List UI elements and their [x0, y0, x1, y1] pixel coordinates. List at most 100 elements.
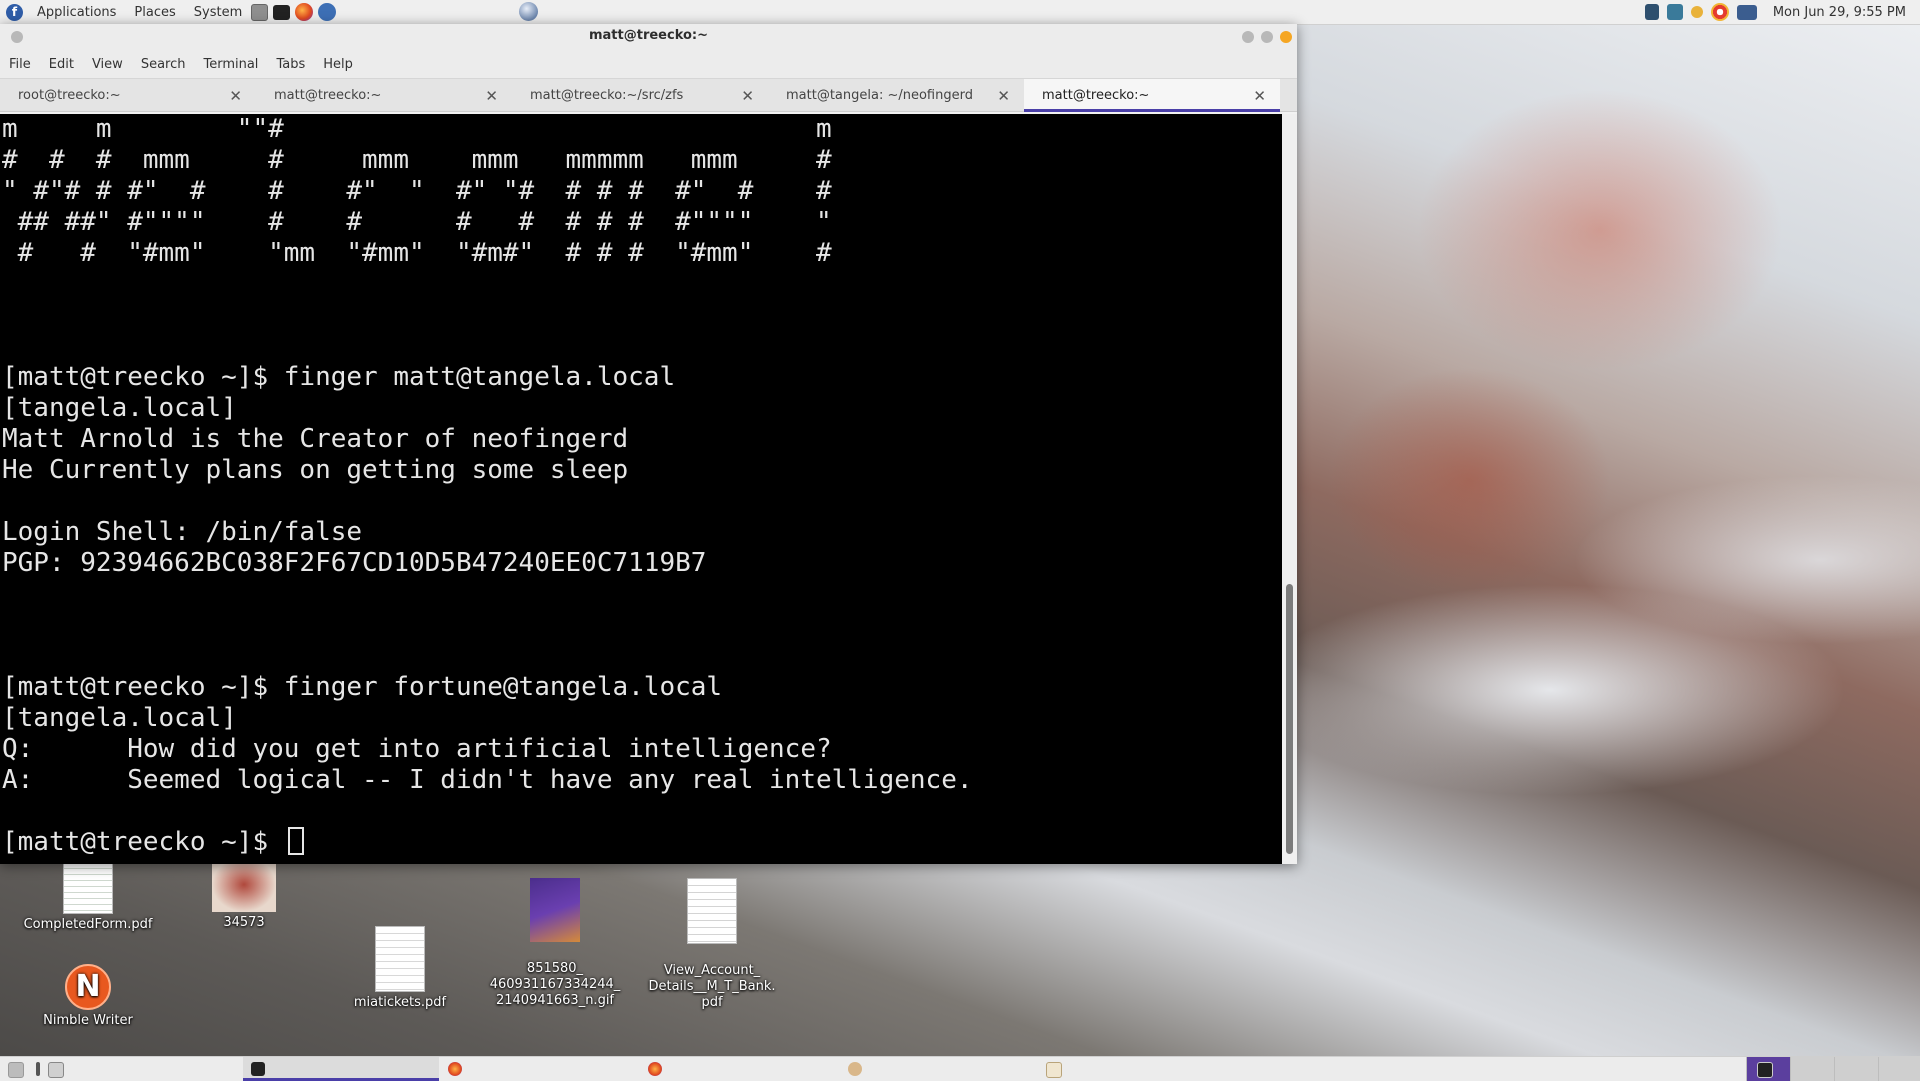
tab-close-icon[interactable]: ✕	[997, 87, 1010, 105]
places-menu[interactable]: Places	[125, 0, 184, 24]
tab-close-icon[interactable]: ✕	[1253, 87, 1266, 105]
menubar: File Edit View Search Terminal Tabs Help	[0, 50, 1297, 78]
file-manager-task-icon	[1046, 1062, 1062, 1078]
workspace-1[interactable]	[1746, 1057, 1791, 1081]
updates-tray-icon[interactable]	[1690, 6, 1703, 18]
terminal-line: m m ""# m	[2, 114, 832, 144]
network-globe-icon[interactable]	[519, 2, 538, 21]
terminal-line: Matt Arnold is the Creator of neofingerd	[2, 424, 629, 454]
menu-search[interactable]: Search	[132, 57, 195, 72]
dragon-image-icon	[212, 862, 276, 912]
window-title: matt@treecko:~	[588, 28, 709, 43]
tab-matt-tangela-neofingerd[interactable]: matt@tangela: ~/neofingerd ✕	[768, 79, 1024, 111]
taskbar-file-manager[interactable]	[1043, 1057, 1239, 1081]
fedora-logo-icon[interactable]: f	[6, 3, 23, 21]
clock[interactable]: Mon Jun 29, 9:55 PM	[1765, 5, 1920, 20]
desktop-icon-gif[interactable]: 851580_ 460931167334244_ 2140941663_n.gi…	[480, 862, 630, 1009]
tab-close-icon[interactable]: ✕	[741, 87, 754, 105]
terminal-line: [matt@treecko ~]$ finger matt@tangela.lo…	[2, 362, 676, 392]
menu-help[interactable]: Help	[314, 57, 362, 72]
pdf-thumbnail-icon	[375, 926, 425, 992]
desktop-icon-label: View_Account_ Details__M_T_Bank. pdf	[648, 963, 776, 1010]
display-tray-icon[interactable]	[1736, 4, 1757, 20]
taskbar-firefox-2[interactable]	[643, 1057, 839, 1081]
file-manager-icon[interactable]	[251, 3, 269, 21]
tab-label: matt@treecko:~/src/zfs	[530, 87, 684, 103]
tab-matt-treecko-active[interactable]: matt@treecko:~ ✕	[1024, 79, 1280, 112]
terminal-line: " #"# # #" # # #" " #" "# # # # #" # #	[2, 176, 832, 206]
system-menu[interactable]: System	[185, 0, 251, 24]
workspace-2[interactable]	[1790, 1057, 1835, 1081]
close-button[interactable]	[1280, 31, 1292, 43]
terminal-line: Q: How did you get into artificial intel…	[2, 734, 832, 764]
menu-tabs[interactable]: Tabs	[267, 57, 314, 72]
desktop-icon-34573[interactable]: 34573	[169, 862, 319, 931]
show-desktop-icon[interactable]	[8, 1062, 24, 1078]
tab-label: root@treecko:~	[18, 87, 121, 103]
menu-view[interactable]: View	[83, 57, 132, 72]
menu-terminal[interactable]: Terminal	[194, 57, 267, 72]
pdf-thumbnail-icon	[63, 862, 113, 914]
terminal-output[interactable]: m m ""# m # # # mmm # mmm mmm mmmmm mmm #…	[0, 114, 1282, 864]
tab-root-treecko[interactable]: root@treecko:~ ✕	[0, 79, 256, 111]
firefox-task-icon	[448, 1062, 462, 1076]
window-list-icon[interactable]	[36, 1062, 40, 1076]
taskbar-firefox-1[interactable]	[443, 1057, 639, 1081]
minimize-button[interactable]	[1242, 31, 1254, 43]
terminal-prompt-line[interactable]: [matt@treecko ~]$	[2, 827, 1282, 858]
desktop-icon-label: 851580_ 460931167334244_ 2140941663_n.gi…	[489, 961, 621, 1008]
terminal-line: He Currently plans on getting some sleep	[2, 455, 629, 485]
terminal-line: # # "#mm" "mm "#mm" "#m#" # # # "#mm" #	[2, 238, 832, 268]
workspace-4[interactable]	[1878, 1057, 1920, 1081]
tab-close-icon[interactable]: ✕	[229, 87, 242, 105]
mail-tray-icon[interactable]	[1666, 4, 1683, 20]
terminal-line: PGP: 92394662BC038F2F67CD10D5B47240EE0C7…	[2, 548, 707, 578]
taskbar-terminal[interactable]	[243, 1057, 439, 1081]
applications-menu[interactable]: Applications	[28, 0, 125, 24]
terminal-icon[interactable]	[273, 4, 291, 20]
maximize-button[interactable]	[1261, 31, 1273, 43]
terminal-line: [tangela.local]	[2, 703, 237, 733]
terminal-line: # # # mmm # mmm mmm mmmmm mmm #	[2, 145, 832, 175]
pdf-thumbnail-icon	[687, 878, 737, 944]
terminal-cursor	[287, 827, 304, 855]
firefox-task-icon	[648, 1062, 662, 1076]
terminal-line: [tangela.local]	[2, 393, 237, 423]
workspace-tray-icon[interactable]	[1644, 4, 1659, 20]
tab-close-icon[interactable]: ✕	[485, 87, 498, 105]
window-titlebar[interactable]: matt@treecko:~	[0, 24, 1297, 50]
terminal-line: Login Shell: /bin/false	[2, 517, 363, 547]
terminal-workspace-icon	[1757, 1062, 1773, 1078]
top-panel: f Applications Places System Mon Jun 29,…	[0, 0, 1920, 25]
menu-file[interactable]: File	[0, 57, 40, 72]
desktop-icon-label: 34573	[223, 915, 265, 930]
terminal-scrollbar[interactable]	[1282, 114, 1297, 864]
desktop-icon-label: CompletedForm.pdf	[23, 917, 153, 932]
desktop-icon-mtbank[interactable]: View_Account_ Details__M_T_Bank. pdf	[637, 862, 787, 1011]
desktop-icon-label: miatickets.pdf	[353, 995, 447, 1010]
terminal-line: A: Seemed logical -- I didn't have any r…	[2, 765, 973, 795]
gif-image-icon	[530, 878, 580, 942]
menu-edit[interactable]: Edit	[40, 57, 83, 72]
window-list-icon[interactable]	[48, 1062, 64, 1078]
tab-matt-treecko-zfs[interactable]: matt@treecko:~/src/zfs ✕	[512, 79, 768, 111]
workspace-3[interactable]	[1834, 1057, 1879, 1081]
tab-matt-treecko[interactable]: matt@treecko:~ ✕	[256, 79, 512, 111]
github-desktop-icon[interactable]	[318, 3, 337, 21]
terminal-window[interactable]: matt@treecko:~ File Edit View Search Ter…	[0, 24, 1297, 864]
scrollbar-thumb[interactable]	[1286, 584, 1293, 854]
desktop-icon-miatickets[interactable]: miatickets.pdf	[325, 926, 475, 1011]
help-tray-icon[interactable]	[1710, 3, 1729, 21]
firefox-icon[interactable]	[295, 3, 314, 21]
tab-label: matt@treecko:~	[274, 87, 382, 103]
taskbar-pidgin[interactable]	[843, 1057, 1039, 1081]
desktop-icon-completedform[interactable]: CompletedForm.pdf	[13, 862, 163, 933]
desktop-icon-nimble-writer[interactable]: N Nimble Writer	[13, 964, 163, 1029]
terminal-prompt: [matt@treecko ~]$	[2, 827, 284, 857]
